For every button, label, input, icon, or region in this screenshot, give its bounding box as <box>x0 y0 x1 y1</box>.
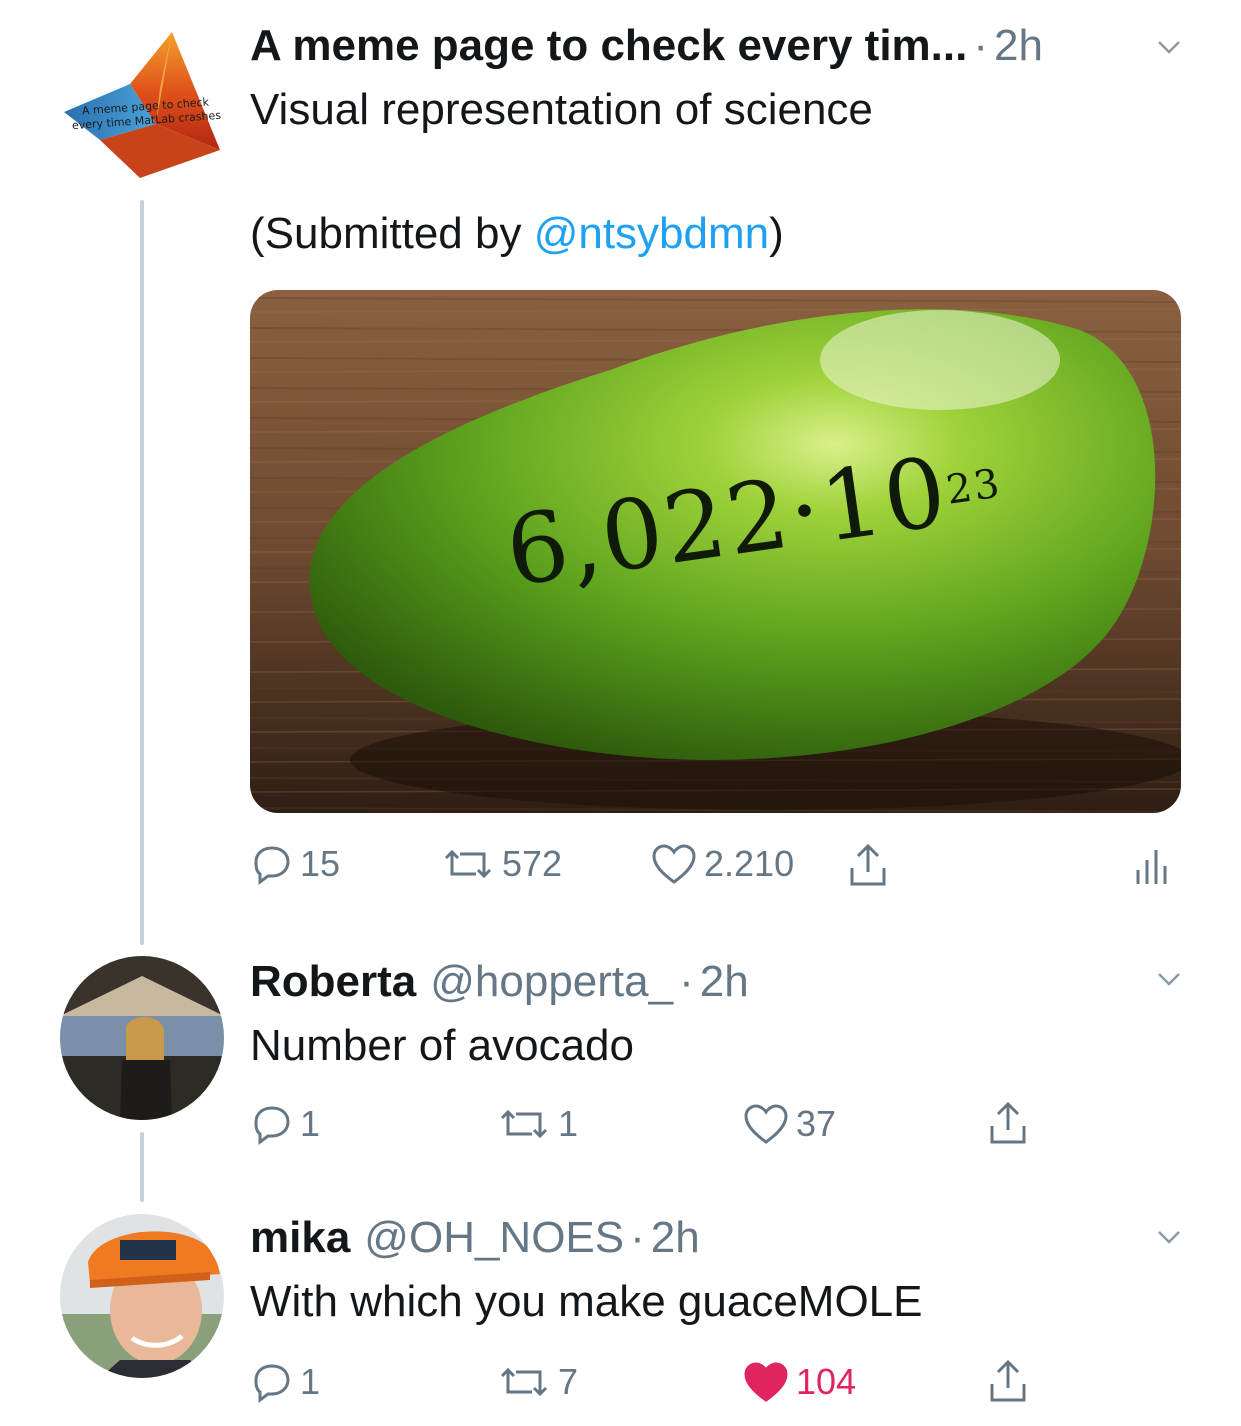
reply-avatar[interactable] <box>60 956 224 1120</box>
separator-dot: · <box>679 957 694 1006</box>
tweet-header: A meme page to check every tim... · 2h <box>250 20 1043 72</box>
chevron-down-icon[interactable] <box>1156 966 1182 992</box>
reply-text: With which you make guaceMOLE <box>250 1277 923 1326</box>
share-button[interactable] <box>986 1100 1030 1146</box>
analytics-button[interactable] <box>1132 846 1168 886</box>
reply-author-handle[interactable]: @hopperta_ <box>430 956 673 1008</box>
retweet-icon <box>500 1109 548 1139</box>
user-photo-icon <box>60 1214 224 1378</box>
like-count: 37 <box>796 1103 837 1144</box>
analytics-icon <box>1136 850 1167 884</box>
like-button[interactable]: 37 <box>742 1102 836 1146</box>
reply-icon <box>254 846 290 885</box>
like-button[interactable]: 104 <box>742 1360 856 1404</box>
submitted-prefix: (Submitted by <box>250 209 534 258</box>
tweet-text-line1: Visual representation of science <box>250 85 873 134</box>
share-button[interactable] <box>846 842 890 888</box>
retweet-count: 572 <box>502 843 563 884</box>
tweet-time[interactable]: 2h <box>994 20 1043 72</box>
author-name[interactable]: A meme page to check every tim... <box>250 20 967 72</box>
separator-dot: · <box>630 1213 645 1262</box>
reply-author-handle[interactable]: @OH_NOES <box>364 1212 624 1264</box>
heart-icon <box>652 844 696 884</box>
retweet-icon <box>444 849 492 879</box>
thread-line-2 <box>140 1132 144 1202</box>
retweet-button[interactable]: 572 <box>440 842 562 886</box>
mention-link[interactable]: @ntsybdmn <box>534 209 769 258</box>
share-icon <box>990 1101 1026 1144</box>
like-count: 2.210 <box>704 843 795 884</box>
thread-line-1 <box>140 200 144 945</box>
separator-dot: · <box>973 21 988 70</box>
heart-icon <box>744 1104 788 1144</box>
retweet-icon <box>500 1367 548 1397</box>
share-icon <box>850 843 886 886</box>
share-button[interactable] <box>986 1358 1030 1404</box>
reply-count: 1 <box>300 1361 321 1402</box>
reply-avatar[interactable] <box>60 1214 224 1378</box>
retweet-count: 1 <box>558 1103 579 1144</box>
reply-author-name[interactable]: Roberta <box>250 956 416 1008</box>
reply-count: 1 <box>300 1103 321 1144</box>
reply-button[interactable]: 1 <box>250 1360 320 1404</box>
like-button[interactable]: 2.210 <box>650 842 794 886</box>
reply-time[interactable]: 2h <box>651 1212 700 1264</box>
reply-icon <box>254 1364 290 1403</box>
reply-header: Roberta @hopperta_ · 2h <box>250 956 749 1008</box>
reply-author-name[interactable]: mika <box>250 1212 350 1264</box>
reply-icon <box>254 1106 290 1145</box>
chevron-down-icon[interactable] <box>1156 1224 1182 1250</box>
like-count: 104 <box>796 1361 857 1402</box>
share-icon <box>990 1359 1026 1402</box>
reply-text: Number of avocado <box>250 1021 634 1070</box>
retweet-button[interactable]: 1 <box>496 1102 578 1146</box>
submitted-suffix: ) <box>769 209 784 258</box>
reply-time[interactable]: 2h <box>700 956 749 1008</box>
user-photo-icon <box>60 956 224 1120</box>
author-avatar[interactable]: A meme page to check every time MatLab c… <box>60 28 228 180</box>
reply-count: 15 <box>300 843 341 884</box>
chevron-down-icon[interactable] <box>1156 34 1182 60</box>
reply-button[interactable]: 1 <box>250 1102 320 1146</box>
heart-filled-icon <box>744 1362 788 1402</box>
retweet-count: 7 <box>558 1361 579 1402</box>
retweet-button[interactable]: 7 <box>496 1360 578 1404</box>
tweet-text-line2: (Submitted by @ntsybdmn) <box>250 208 784 260</box>
tweet-media-image[interactable]: 6,022·1023 <box>250 290 1181 813</box>
reply-header: mika @OH_NOES · 2h <box>250 1212 700 1264</box>
reply-button[interactable]: 15 <box>250 842 340 886</box>
